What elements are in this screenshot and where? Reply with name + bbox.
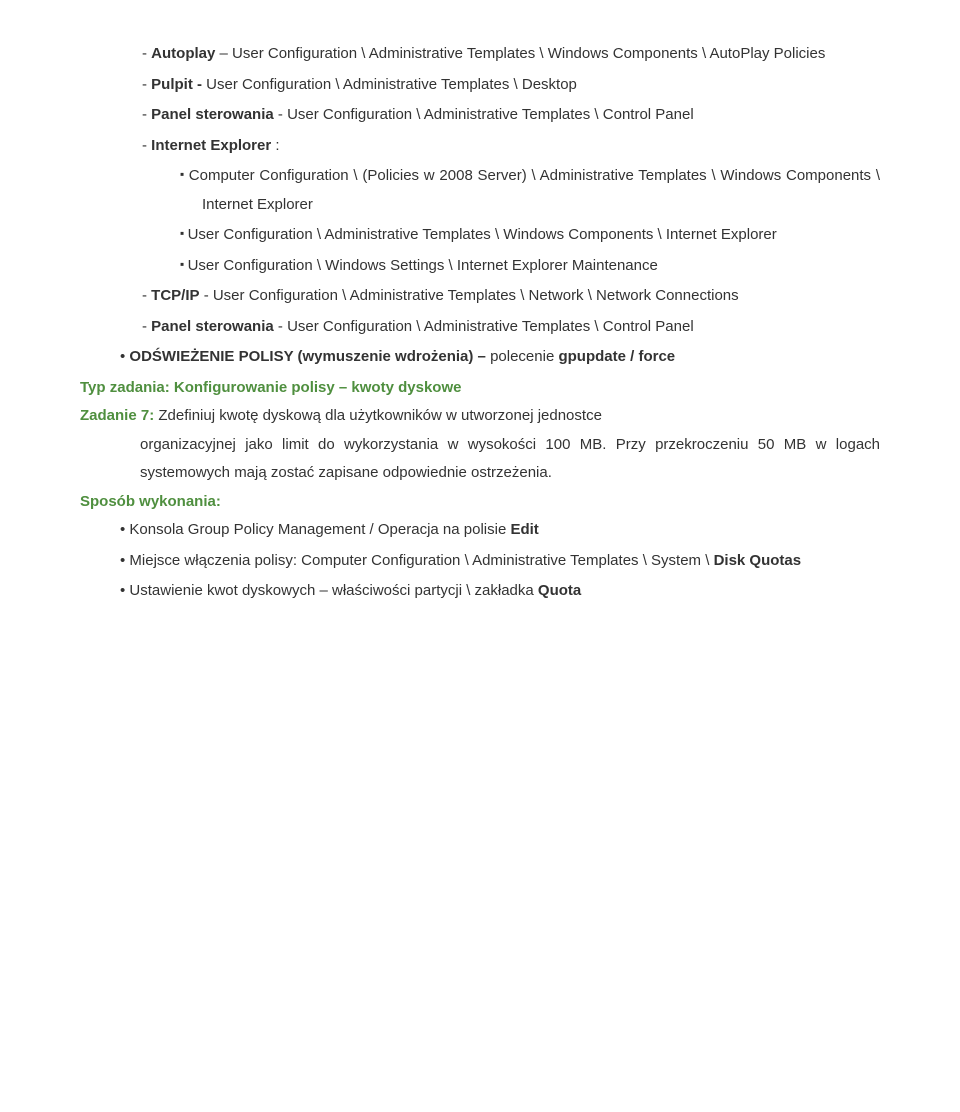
text-miejsce: Miejsce włączenia polisy: Computer Confi… [129,552,713,569]
text-panel1: - User Configuration \ Administrative Te… [278,106,694,123]
text-autoplay: – User Configuration \ Administrative Te… [220,45,826,62]
text-konsola: Konsola Group Policy Management / Operac… [129,521,510,538]
bold-gpupdate: gpupdate / force [558,348,675,365]
zadanie-7-continued: organizacyjnej jako limit do wykorzystan… [80,431,880,488]
list-item-ie-sub1: Computer Configuration \ (Policies w 200… [180,162,880,219]
text-ustawienie: Ustawienie kwot dyskowych – właściwości … [129,582,537,599]
document-page: Autoplay – User Configuration \ Administ… [0,0,960,648]
bold-panel1: Panel sterowania [151,106,274,123]
bold-pulpit: Pulpit - [151,76,202,93]
list-item-ie: Internet Explorer : [140,132,880,161]
bold-diskquotas: Disk Quotas [714,552,802,569]
bold-autoplay: Autoplay [151,45,215,62]
text-pulpit: User Configuration \ Administrative Temp… [206,76,577,93]
list-item-ie-sub3: User Configuration \ Windows Settings \ … [180,252,880,281]
list-item-panel1: Panel sterowania - User Configuration \ … [140,101,880,130]
list-item-autoplay: Autoplay – User Configuration \ Administ… [140,40,880,69]
list-item-ustawienie: Ustawienie kwot dyskowych – właściwości … [120,577,880,606]
text-panel2: - User Configuration \ Administrative Te… [278,318,694,335]
list-item-pulpit: Pulpit - User Configuration \ Administra… [140,71,880,100]
bold-tcpip: TCP/IP [151,287,199,304]
zadanie-7-text: Zdefiniuj kwotę dyskową dla użytkowników… [158,407,602,424]
bold-odswiez: ODŚWIEŻENIE POLISY (wymuszenie wdrożenia… [129,348,485,365]
bold-panel2: Panel sterowania [151,318,274,335]
zadanie-7-block: Zadanie 7: Zdefiniuj kwotę dyskową dla u… [80,402,880,488]
list-item-panel2: Panel sterowania - User Configuration \ … [140,313,880,342]
typ-zadania-heading: Typ zadania: Konfigurowanie polisy – kwo… [80,374,880,403]
text-tcpip: - User Configuration \ Administrative Te… [204,287,739,304]
list-item-tcpip: TCP/IP - User Configuration \ Administra… [140,282,880,311]
list-item-konsola: Konsola Group Policy Management / Operac… [120,516,880,545]
list-item-miejsce: Miejsce włączenia polisy: Computer Confi… [120,547,880,576]
bold-edit: Edit [510,521,538,538]
bold-ie: Internet Explorer [151,137,271,154]
zadanie-7-label: Zadanie 7: [80,407,158,424]
sposob-wykonania-heading: Sposób wykonania: [80,488,880,517]
bold-quota: Quota [538,582,581,599]
text-ie-colon: : [275,137,279,154]
text-odswiez: polecenie [490,348,558,365]
list-item-odswiez: ODŚWIEŻENIE POLISY (wymuszenie wdrożenia… [120,343,880,372]
list-item-ie-sub2: User Configuration \ Administrative Temp… [180,221,880,250]
